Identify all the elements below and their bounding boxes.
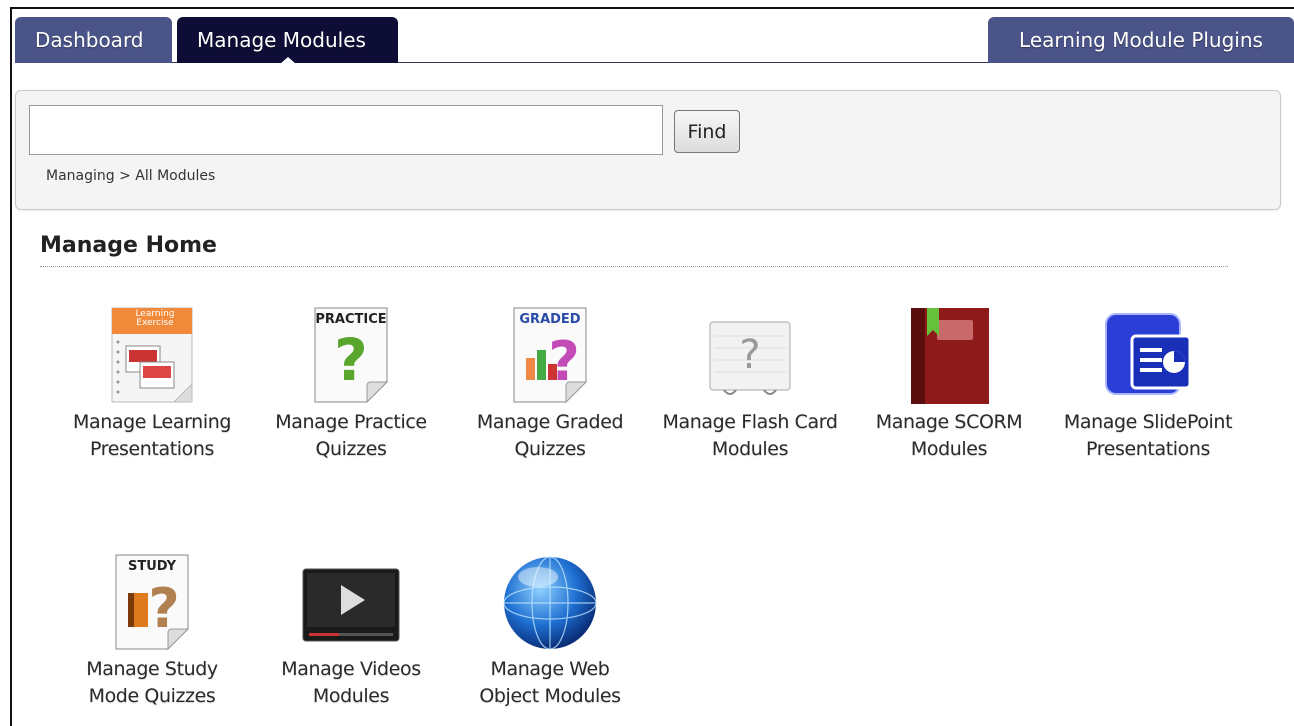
module-label-line2: Quizzes (315, 438, 387, 460)
module-label-line1: Manage SCORM (875, 411, 1023, 433)
module-label: Manage Study Mode Quizzes (52, 656, 252, 710)
svg-text:?: ? (334, 326, 368, 394)
tab-manage-modules-label: Manage Modules (197, 28, 366, 52)
scorm-book-icon (899, 306, 999, 406)
section-title: Manage Home (40, 233, 217, 258)
svg-text:?: ? (739, 332, 760, 378)
find-button[interactable]: Find (674, 110, 740, 153)
practice-quiz-icon: ? PRACTICE (301, 306, 401, 406)
module-label-line1: Manage Flash Card (662, 411, 838, 433)
module-slidepoint[interactable]: Manage SlidePoint Presentations (1048, 306, 1248, 463)
breadcrumb: Managing > All Modules (46, 168, 216, 184)
search-panel: Find Managing > All Modules (15, 90, 1281, 210)
section-divider (40, 266, 1228, 267)
module-label-line2: Quizzes (514, 438, 586, 460)
practice-quiz-icon-text: PRACTICE (315, 312, 387, 327)
flash-card-icon: ? (700, 306, 800, 406)
svg-text:?: ? (148, 577, 179, 640)
graded-quiz-icon-text: GRADED (519, 312, 581, 327)
module-label-line1: Manage Practice (275, 411, 427, 433)
module-label: Manage Flash Card Modules (650, 409, 850, 463)
video-player-icon (301, 553, 401, 653)
tab-bar: Dashboard Manage Modules Learning Module… (15, 17, 1294, 64)
module-label: Manage Learning Presentations (52, 409, 252, 463)
module-scorm[interactable]: Manage SCORM Modules (849, 306, 1049, 463)
globe-icon (500, 553, 600, 653)
module-graded-quizzes[interactable]: ? GRADED Manage Graded Quizzes (450, 306, 650, 463)
module-label-line1: Manage Study (86, 658, 218, 680)
module-label-line2: Modules (312, 685, 390, 707)
learning-exercise-icon: Learning Exercise (102, 306, 202, 406)
module-label-line2: Presentations (1085, 438, 1211, 460)
module-practice-quizzes[interactable]: ? PRACTICE Manage Practice Quizzes (251, 306, 451, 463)
module-learning-presentations[interactable]: Learning Exercise Manage Learning Presen… (52, 306, 252, 463)
module-videos[interactable]: Manage Videos Modules (251, 553, 451, 710)
module-label-line2: Mode Quizzes (88, 685, 216, 707)
module-label-line2: Presentations (89, 438, 215, 460)
module-label-line1: Manage Graded (476, 411, 624, 433)
tab-dashboard[interactable]: Dashboard (15, 17, 172, 63)
module-label: Manage Web Object Modules (450, 656, 650, 710)
module-label-line1: Manage Videos (281, 658, 421, 680)
module-web-object[interactable]: Manage Web Object Modules (450, 553, 650, 710)
module-label-line2: Modules (711, 438, 789, 460)
tab-manage-modules[interactable]: Manage Modules (177, 17, 398, 64)
module-label: Manage SlidePoint Presentations (1048, 409, 1248, 463)
study-quiz-icon-text: STUDY (127, 559, 177, 574)
module-label-line1: Manage SlidePoint (1063, 411, 1233, 433)
module-label: Manage Graded Quizzes (450, 409, 650, 463)
learning-exercise-icon-text: Learning Exercise (135, 309, 175, 328)
module-flash-card[interactable]: ? Manage Flash Card Modules (650, 306, 850, 463)
active-tab-caret (279, 57, 296, 64)
module-label: Manage Practice Quizzes (251, 409, 451, 463)
svg-text:?: ? (548, 330, 579, 393)
module-label-line1: Manage Learning (73, 411, 231, 433)
graded-quiz-icon: ? GRADED (500, 306, 600, 406)
tab-learning-module-plugins[interactable]: Learning Module Plugins (988, 17, 1294, 63)
module-study-quizzes[interactable]: ? STUDY Manage Study Mode Quizzes (52, 553, 252, 710)
module-label: Manage Videos Modules (251, 656, 451, 710)
module-label: Manage SCORM Modules (849, 409, 1049, 463)
module-label-line1: Manage Web (490, 658, 610, 680)
study-quiz-icon: ? STUDY (102, 553, 202, 653)
search-input[interactable] (29, 105, 663, 155)
slidepoint-icon (1098, 306, 1198, 406)
module-label-line2: Modules (910, 438, 988, 460)
module-label-line2: Object Modules (479, 685, 621, 707)
